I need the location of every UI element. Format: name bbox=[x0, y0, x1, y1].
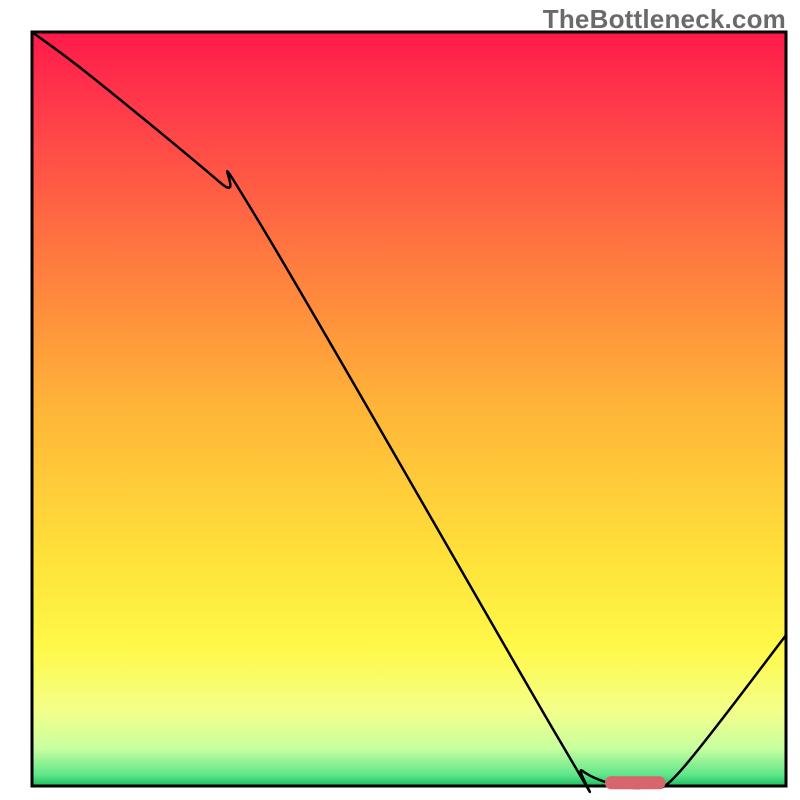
watermark-text: TheBottleneck.com bbox=[543, 4, 786, 35]
bottleneck-chart bbox=[0, 0, 800, 800]
optimal-marker bbox=[605, 776, 665, 789]
chart-container: TheBottleneck.com bbox=[0, 0, 800, 800]
plot-background bbox=[32, 32, 786, 786]
